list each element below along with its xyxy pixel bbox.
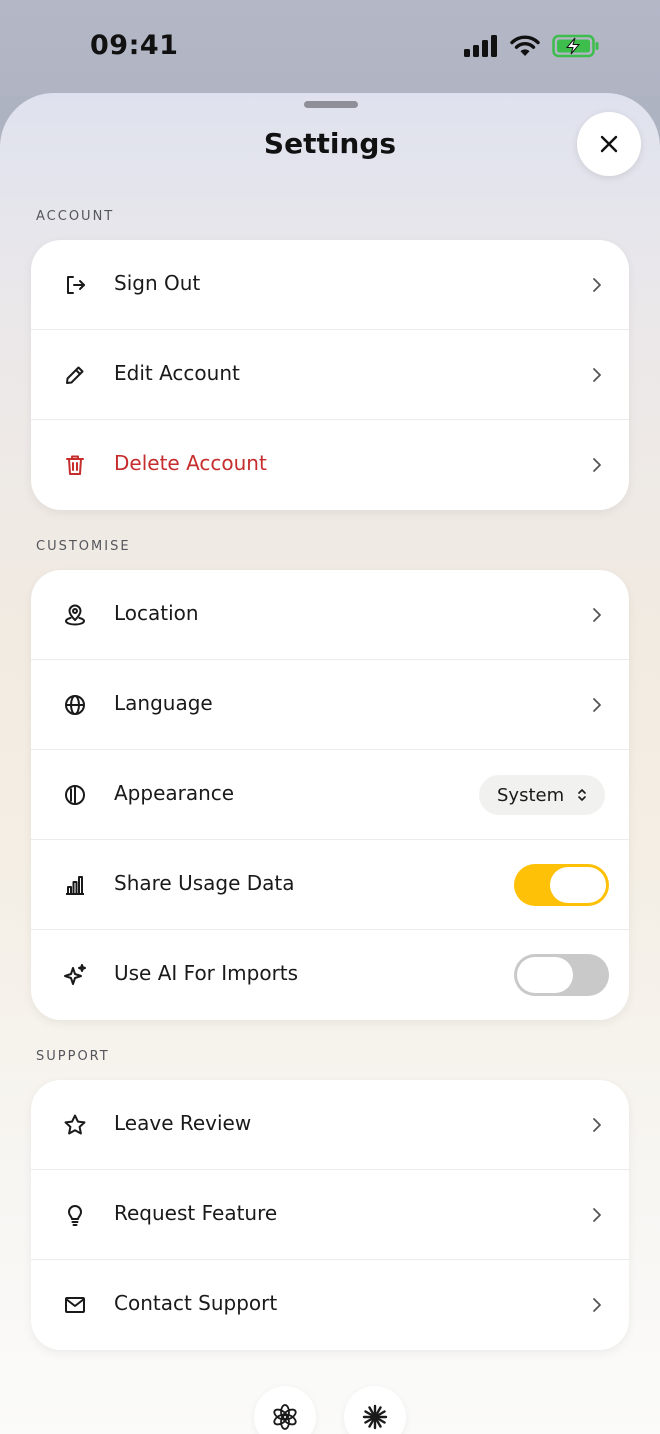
support-card: Leave Review Request Feature Contact Sup…: [31, 1080, 629, 1350]
edit-account-label: Edit Account: [114, 361, 240, 385]
sign-out-row[interactable]: Sign Out: [31, 240, 629, 330]
pencil-icon: [63, 363, 87, 387]
leave-review-row[interactable]: Leave Review: [31, 1080, 629, 1170]
section-label-customise: CUSTOMISE: [36, 539, 131, 554]
star-icon: [63, 1113, 87, 1137]
settings-sheet: Settings ACCOUNT Sign Out Edit Account D…: [0, 93, 660, 1434]
location-label: Location: [114, 601, 199, 625]
share-usage-data-row: Share Usage Data: [31, 840, 629, 930]
contact-support-row[interactable]: Contact Support: [31, 1260, 629, 1350]
chevron-right-icon: [593, 458, 601, 472]
globe-icon: [63, 693, 87, 717]
section-label-support: SUPPORT: [36, 1049, 110, 1064]
appearance-select[interactable]: System: [479, 775, 605, 815]
sign-out-label: Sign Out: [114, 271, 201, 295]
delete-account-row[interactable]: Delete Account: [31, 420, 629, 510]
close-icon: [600, 135, 618, 153]
up-down-chevron-icon: [578, 789, 586, 801]
leave-review-label: Leave Review: [114, 1111, 252, 1135]
language-label: Language: [114, 691, 213, 715]
asterisk-logo-icon: [362, 1404, 388, 1430]
share-usage-data-label: Share Usage Data: [114, 871, 295, 895]
request-feature-row[interactable]: Request Feature: [31, 1170, 629, 1260]
delete-account-label: Delete Account: [114, 451, 267, 475]
account-card: Sign Out Edit Account Delete Account: [31, 240, 629, 510]
sign-out-icon: [63, 273, 87, 297]
customise-card: Location Language Appearance System Shar…: [31, 570, 629, 1020]
contrast-icon: [63, 783, 87, 807]
location-pin-icon: [63, 603, 87, 627]
close-button[interactable]: [577, 112, 641, 176]
use-ai-row: Use AI For Imports: [31, 930, 629, 1020]
toggle-knob: [550, 867, 606, 903]
appearance-select-value: System: [497, 784, 565, 806]
request-feature-label: Request Feature: [114, 1201, 278, 1225]
share-usage-data-toggle[interactable]: [514, 864, 609, 906]
use-ai-toggle[interactable]: [514, 954, 609, 996]
asterisk-logo-button[interactable]: [344, 1386, 406, 1434]
cellular-signal-icon: [464, 35, 497, 57]
status-time: 09:41: [90, 30, 179, 61]
chevron-right-icon: [593, 1208, 601, 1222]
appearance-label: Appearance: [114, 781, 235, 805]
sparkles-icon: [63, 963, 87, 987]
chevron-right-icon: [593, 368, 601, 382]
chevron-right-icon: [593, 1118, 601, 1132]
openai-logo-icon: [273, 1404, 297, 1430]
language-row[interactable]: Language: [31, 660, 629, 750]
appearance-row: Appearance System: [31, 750, 629, 840]
openai-logo-button[interactable]: [254, 1386, 316, 1434]
battery-charging-icon: [552, 34, 599, 58]
chevron-right-icon: [593, 698, 601, 712]
bar-chart-icon: [63, 873, 87, 897]
section-label-account: ACCOUNT: [36, 209, 115, 224]
status-icons: [464, 34, 600, 58]
location-row[interactable]: Location: [31, 570, 629, 660]
edit-account-row[interactable]: Edit Account: [31, 330, 629, 420]
chevron-right-icon: [593, 278, 601, 292]
use-ai-label: Use AI For Imports: [114, 961, 299, 985]
lightbulb-icon: [63, 1203, 87, 1227]
chevron-right-icon: [593, 1298, 601, 1312]
toggle-knob: [517, 957, 573, 993]
trash-icon: [63, 453, 87, 477]
chevron-right-icon: [593, 608, 601, 622]
contact-support-label: Contact Support: [114, 1291, 278, 1315]
status-bar: 09:41: [0, 0, 660, 96]
sheet-grabber[interactable]: [304, 101, 358, 108]
wifi-icon: [510, 35, 540, 56]
page-title: Settings: [263, 127, 397, 160]
mail-icon: [63, 1293, 87, 1317]
